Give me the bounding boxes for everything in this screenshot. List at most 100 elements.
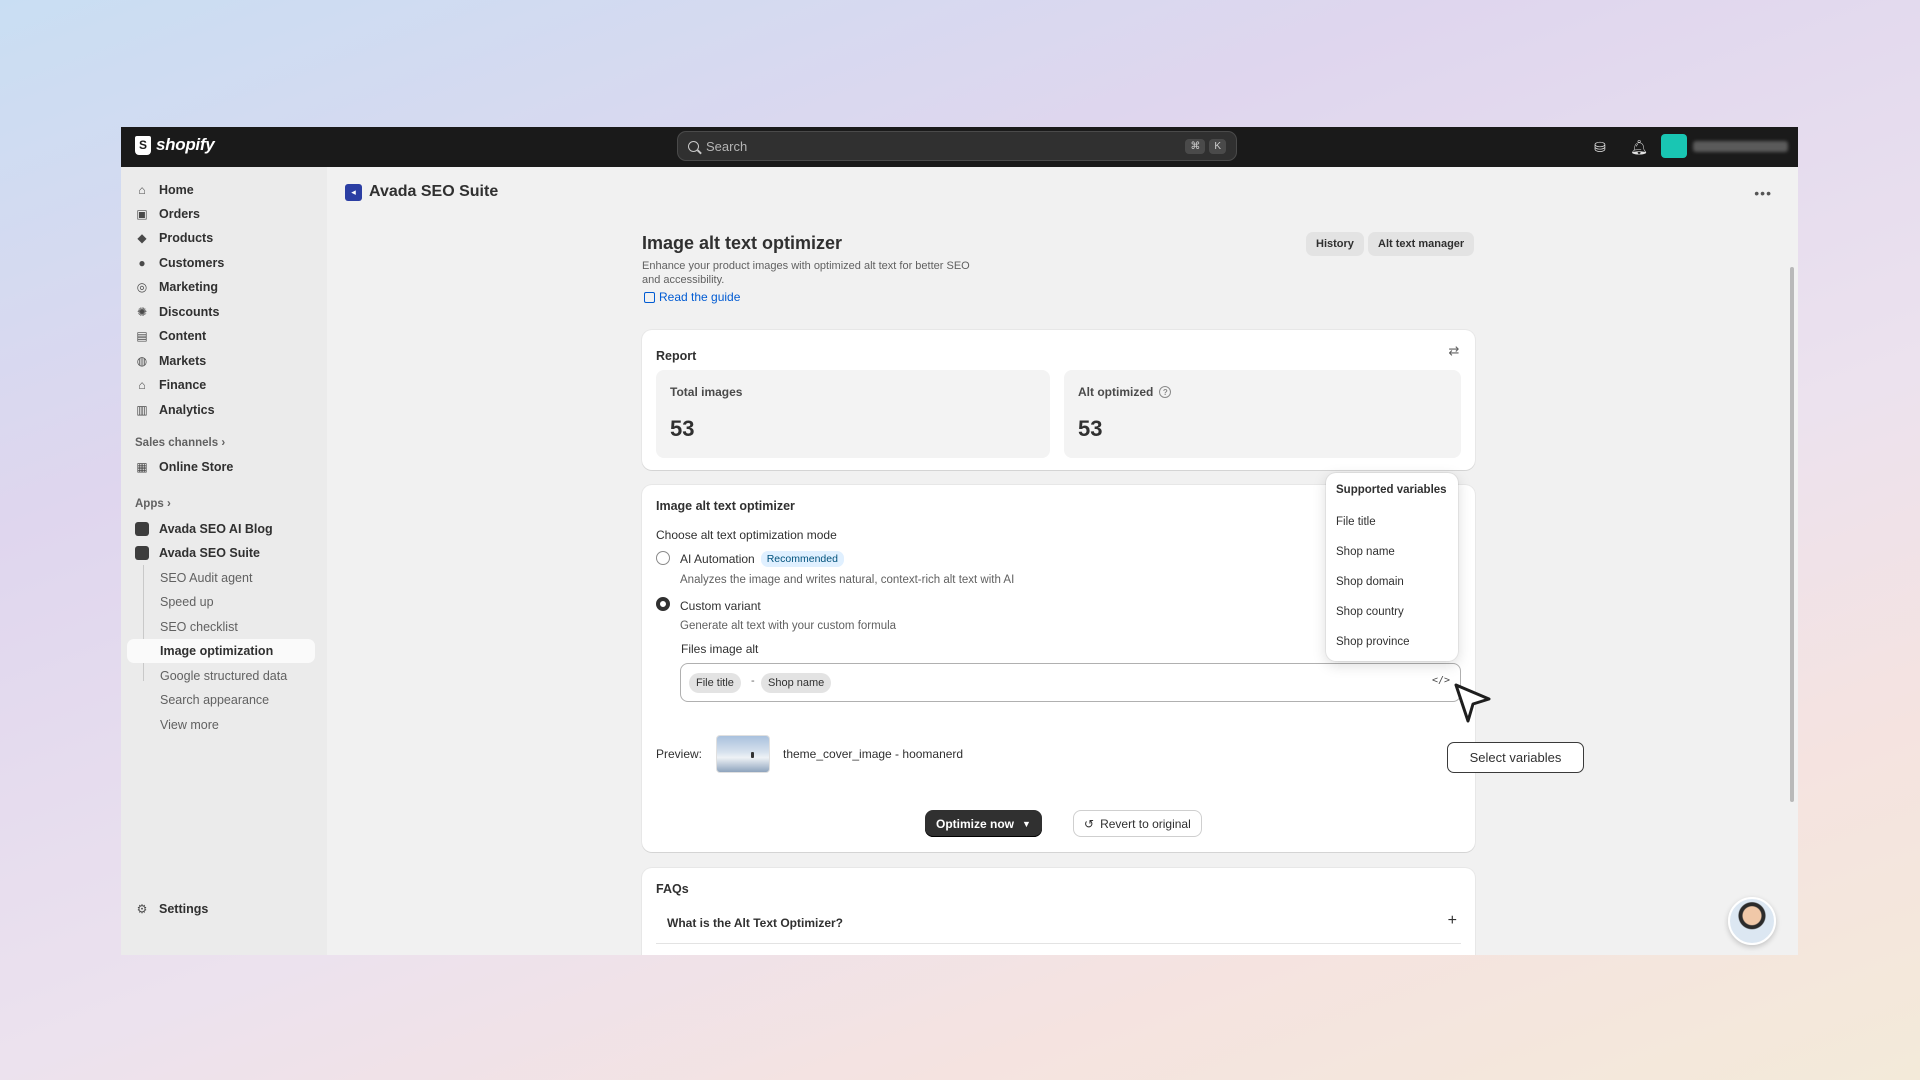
sidebar-item-discounts[interactable]: ✺ Discounts xyxy=(127,300,315,324)
sidebar-sub-seo-audit-agent[interactable]: SEO Audit agent xyxy=(127,566,315,590)
faq-question-1[interactable]: What is the Alt Text Optimizer? xyxy=(667,916,843,930)
sidebar-item-online-store[interactable]: ▦ Online Store xyxy=(127,455,315,479)
store-icon: ▦ xyxy=(136,460,148,474)
alt-optimized-value: 53 xyxy=(1078,416,1103,441)
faqs-card: FAQs What is the Alt Text Optimizer? + xyxy=(642,868,1475,955)
alt-optimized-label: Alt optimized? xyxy=(1078,385,1172,399)
shopify-admin-window: shopify Search ⌘ K ⛁ 🔔︎ ⌂Home ▣Orders ◆P… xyxy=(121,127,1798,955)
person-icon: ● xyxy=(138,256,146,270)
gear-icon: ⚙ xyxy=(136,902,148,916)
avada-logo-icon: ◂ xyxy=(345,183,362,201)
shopify-bag-icon xyxy=(135,135,151,155)
preview-label: Preview: xyxy=(656,747,703,761)
content-icon: ▤ xyxy=(136,329,148,343)
page-title: Image alt text optimizer xyxy=(642,233,843,253)
alt-optimized-stat: Alt optimized? 53 xyxy=(1064,370,1461,458)
report-title: Report xyxy=(656,349,697,363)
variable-shop-province[interactable]: Shop province xyxy=(1336,636,1410,648)
app-header: ◂ Avada SEO Suite xyxy=(345,183,498,201)
sidebar-item-finance[interactable]: ⌂ Finance xyxy=(127,373,315,397)
sidebar-item-settings[interactable]: ⚙ Settings xyxy=(127,897,315,921)
revert-button[interactable]: ↺ Revert to original xyxy=(1073,810,1202,837)
sales-channels-heading[interactable]: Sales channels › xyxy=(135,437,225,449)
help-icon[interactable]: ? xyxy=(1159,386,1172,398)
sidebar: ⌂ Home ▣ Orders ◆ Products ● Customers ◎ Mark… xyxy=(121,167,327,955)
faqs-title: FAQs xyxy=(656,882,689,896)
files-image-alt-label: Files image alt xyxy=(681,642,759,656)
undo-icon: ↺ xyxy=(1084,816,1095,831)
popover-title: Supported variables xyxy=(1336,484,1447,496)
custom-variant-radio[interactable] xyxy=(656,597,670,611)
page-subtitle: Enhance your product images with optimiz… xyxy=(642,260,970,286)
more-options-icon[interactable]: ••• xyxy=(1754,185,1772,201)
sidebar-item-customers[interactable]: ● Customers xyxy=(127,251,315,275)
sidebar-item-avada-seo-suite[interactable]: Avada SEO Suite xyxy=(127,541,315,565)
app-title: Avada SEO Suite xyxy=(369,183,499,200)
history-button[interactable]: History xyxy=(1306,232,1364,256)
ai-automation-radio[interactable] xyxy=(656,551,670,565)
sidebar-item-home[interactable]: ⌂ Home xyxy=(127,178,315,202)
divider xyxy=(656,943,1461,944)
expand-plus-icon[interactable]: + xyxy=(1448,912,1457,930)
ai-automation-desc: Analyzes the image and writes natural, c… xyxy=(680,574,1015,586)
custom-variant-option[interactable]: Custom variant xyxy=(680,599,761,613)
target-icon: ◎ xyxy=(136,280,148,294)
sidebar-sub-speed-up[interactable]: Speed up xyxy=(127,590,315,614)
tag-icon: ◆ xyxy=(137,231,147,245)
sidebar-sub-search-appearance[interactable]: Search appearance xyxy=(127,688,315,712)
preview-thumbnail xyxy=(716,735,770,773)
chart-icon: ▥ xyxy=(136,403,148,417)
home-icon: ⌂ xyxy=(138,183,146,197)
sidebar-item-marketing[interactable]: ◎ Marketing xyxy=(127,275,315,299)
alt-text-manager-button[interactable]: Alt text manager xyxy=(1368,232,1475,256)
custom-variant-desc: Generate alt text with your custom formu… xyxy=(680,620,897,632)
chevron-down-icon: ▼ xyxy=(1022,818,1031,829)
sidebar-item-orders[interactable]: ▣ Orders xyxy=(127,202,315,226)
variable-shop-country[interactable]: Shop country xyxy=(1336,606,1404,618)
store-icon[interactable]: ⛁ xyxy=(1591,138,1609,156)
formula-tag-file-title[interactable]: File title xyxy=(689,673,741,693)
chevron-right-icon: › xyxy=(166,498,171,510)
sidebar-item-avada-ai-blog[interactable]: Avada SEO AI Blog xyxy=(127,517,315,541)
store-avatar[interactable] xyxy=(1661,134,1687,158)
sidebar-sub-image-optimization[interactable]: Image optimization xyxy=(127,639,315,663)
sidebar-item-content[interactable]: ▤ Content xyxy=(127,324,315,348)
preview-text: theme_cover_image - hoomanerd xyxy=(783,747,964,761)
inbox-icon: ▣ xyxy=(136,207,148,221)
sidebar-item-analytics[interactable]: ▥ Analytics xyxy=(127,398,315,422)
select-variables-tooltip: Select variables xyxy=(1447,742,1584,773)
variable-shop-domain[interactable]: Shop domain xyxy=(1336,576,1404,588)
optimizer-title: Image alt text optimizer xyxy=(656,499,795,513)
supported-variables-popover: Supported variables File title Shop name… xyxy=(1326,473,1458,661)
variable-file-title[interactable]: File title xyxy=(1336,516,1376,528)
shopify-logo[interactable]: shopify xyxy=(135,135,215,155)
mouse-cursor-icon xyxy=(1454,683,1491,723)
formula-separator: - xyxy=(751,675,755,687)
store-name-blurred[interactable] xyxy=(1693,141,1788,152)
bell-icon[interactable]: 🔔︎ xyxy=(1630,138,1648,156)
mode-label: Choose alt text optimization mode xyxy=(656,528,837,542)
ai-automation-option[interactable]: AI Automation Recommended xyxy=(680,551,844,567)
optimize-now-button[interactable]: Optimize now ▼ xyxy=(925,810,1042,837)
variable-shop-name[interactable]: Shop name xyxy=(1336,546,1395,558)
sidebar-sub-view-more[interactable]: View more xyxy=(127,713,315,737)
total-images-stat: Total images 53 xyxy=(656,370,1050,458)
read-guide-link[interactable]: Read the guide xyxy=(644,290,740,304)
formula-tag-shop-name[interactable]: Shop name xyxy=(761,673,832,693)
bank-icon: ⌂ xyxy=(138,378,146,392)
sidebar-item-products[interactable]: ◆ Products xyxy=(127,226,315,250)
code-icon[interactable]: </> xyxy=(1432,675,1450,686)
chevron-right-icon: › xyxy=(221,437,226,449)
recommended-badge: Recommended xyxy=(760,551,844,567)
apps-heading[interactable]: Apps › xyxy=(135,498,171,510)
sidebar-sub-google-structured-data[interactable]: Google structured data xyxy=(127,664,315,688)
globe-icon: ◍ xyxy=(136,354,148,368)
scrollbar[interactable] xyxy=(1790,267,1794,802)
alt-formula-field[interactable]: File title - Shop name </> xyxy=(680,663,1461,702)
refresh-icon[interactable]: ⇄ xyxy=(1447,344,1461,358)
sidebar-sub-seo-checklist[interactable]: SEO checklist xyxy=(127,615,315,639)
guide-icon xyxy=(644,291,655,303)
support-chat-avatar[interactable] xyxy=(1728,897,1776,945)
sidebar-item-markets[interactable]: ◍ Markets xyxy=(127,349,315,373)
discount-icon: ✺ xyxy=(136,305,148,319)
